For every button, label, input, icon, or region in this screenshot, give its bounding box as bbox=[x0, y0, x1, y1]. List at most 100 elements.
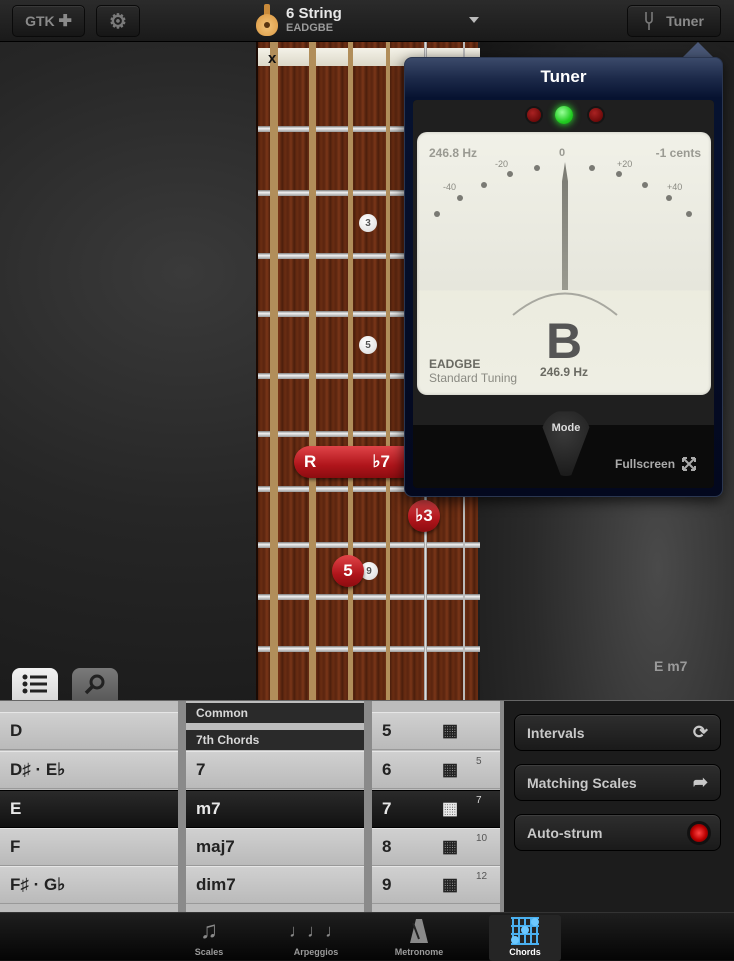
voicing-item[interactable]: 5 ▦ bbox=[372, 712, 500, 750]
chord-type-list[interactable]: Common 7th Chords 7 m7 maj7 dim7 bbox=[186, 701, 364, 913]
auto-strum-label: Auto-strum bbox=[527, 824, 603, 841]
string-4 bbox=[348, 42, 353, 700]
auto-strum-button[interactable]: Auto-strum bbox=[514, 814, 721, 851]
tab-label: Arpeggios bbox=[293, 947, 339, 957]
music-note-icon: ♫ bbox=[200, 917, 218, 944]
voicing-item[interactable]: 6 ▦ 5 bbox=[372, 751, 500, 789]
mode-button[interactable]: Mode bbox=[541, 411, 591, 476]
tuning-fork-icon bbox=[645, 12, 653, 30]
tuning-description: Standard Tuning bbox=[429, 371, 518, 385]
flat-led-icon bbox=[527, 108, 541, 122]
intervals-label: Intervals bbox=[527, 724, 585, 741]
tuner-button[interactable]: Tuner bbox=[627, 5, 721, 37]
chord-diagram-icon: ▦ bbox=[442, 799, 459, 818]
list-item[interactable]: 7 bbox=[186, 751, 364, 789]
list-item[interactable]: F bbox=[0, 828, 178, 866]
voicing-number: 5 bbox=[382, 721, 392, 740]
matching-scales-label: Matching Scales bbox=[527, 774, 637, 791]
voicing-number: 8 bbox=[382, 837, 392, 856]
fret bbox=[258, 646, 480, 652]
settings-button[interactable]: ⚙ bbox=[96, 5, 140, 37]
list-item[interactable]: maj7 bbox=[186, 828, 364, 866]
chord-diagram-icon: ▦ bbox=[442, 760, 459, 779]
gtk-label: GTK bbox=[25, 13, 55, 29]
start-fret: 7 bbox=[476, 795, 482, 806]
fullscreen-label: Fullscreen bbox=[615, 457, 676, 471]
intervals-button[interactable]: Intervals ⟳ bbox=[514, 714, 721, 751]
note-marker-fifth[interactable]: 5 bbox=[332, 555, 364, 587]
matching-scales-button[interactable]: Matching Scales ➦ bbox=[514, 764, 721, 801]
fret-inlay: 5 bbox=[359, 336, 377, 354]
note-marker-flat3[interactable]: ♭3 bbox=[408, 500, 440, 532]
record-led-icon bbox=[690, 823, 708, 842]
voicing-number: 6 bbox=[382, 760, 392, 779]
tab-chords[interactable]: Chords bbox=[489, 915, 561, 961]
arpeggio-notes-icon: ♩♩♩ bbox=[289, 920, 343, 941]
tuner-needle bbox=[562, 162, 568, 290]
plus-icon: ✚ bbox=[58, 13, 72, 30]
sharp-led-icon bbox=[589, 108, 603, 122]
start-fret: 12 bbox=[476, 871, 488, 882]
list-item-selected[interactable]: m7 bbox=[186, 790, 364, 828]
instrument-selector[interactable]: 6 String EADGBE bbox=[256, 4, 342, 36]
tuner-label: Tuner bbox=[666, 13, 704, 29]
list-item[interactable]: D bbox=[0, 712, 178, 750]
bottom-tab-bar: ♫ Scales ♩♩♩ Arpeggios Metronome Chords bbox=[0, 912, 734, 961]
share-arrow-icon: ➦ bbox=[692, 772, 708, 792]
in-tune-led-icon bbox=[555, 106, 573, 124]
list-icon bbox=[22, 674, 47, 694]
fullscreen-button[interactable]: Fullscreen bbox=[615, 456, 697, 472]
string-6 bbox=[270, 42, 278, 700]
tab-browse-list[interactable] bbox=[12, 668, 58, 700]
chord-diagram-icon: ▦ bbox=[442, 721, 459, 740]
actions-panel: Intervals ⟳ Matching Scales ➦ Auto-strum bbox=[504, 701, 734, 913]
tab-label: Scales bbox=[194, 947, 224, 957]
instrument-tuning: EADGBE bbox=[286, 22, 334, 34]
flat7-label: ♭7 bbox=[372, 452, 390, 471]
chevron-down-icon[interactable] bbox=[469, 17, 479, 23]
expand-icon bbox=[682, 457, 697, 471]
metronome-icon bbox=[383, 915, 455, 947]
fret-inlay: 3 bbox=[359, 214, 377, 232]
list-item[interactable]: dim7 bbox=[186, 866, 364, 904]
tab-metronome[interactable]: Metronome bbox=[383, 915, 455, 961]
chord-diagram-icon: ▦ bbox=[442, 875, 459, 894]
tuner-meter: 246.8 Hz -1 cents 0 -20 +20 -40 +40 B 24… bbox=[417, 132, 711, 395]
start-fret: 10 bbox=[476, 833, 488, 844]
chord-picker: D D♯ · E♭ E F F♯ · G♭ Common 7th Chords … bbox=[0, 700, 734, 913]
chord-diagram-icon: ▦ bbox=[442, 837, 459, 856]
root-label: R bbox=[304, 452, 317, 471]
list-item-selected[interactable]: E bbox=[0, 790, 178, 828]
tab-arpeggios[interactable]: ♩♩♩ Arpeggios bbox=[280, 915, 352, 961]
tuner-body: 246.8 Hz -1 cents 0 -20 +20 -40 +40 B 24… bbox=[413, 100, 714, 488]
top-toolbar: GTK ✚ ⚙ 6 String EADGBE Tuner bbox=[0, 0, 734, 42]
gtk-button[interactable]: GTK ✚ bbox=[12, 5, 85, 37]
instrument-title: 6 String bbox=[286, 5, 342, 22]
fret bbox=[258, 542, 480, 548]
voicing-item[interactable]: 8 ▦ 10 bbox=[372, 828, 500, 866]
tab-search[interactable] bbox=[72, 668, 118, 700]
section-header: 7th Chords bbox=[186, 730, 364, 750]
gear-icon: ⚙ bbox=[109, 10, 127, 33]
tab-scales[interactable]: ♫ Scales bbox=[173, 915, 245, 961]
voicing-number: 9 bbox=[382, 875, 392, 894]
voicing-list[interactable]: 5 ▦ 6 ▦ 5 7 ▦ 7 8 ▦ 10 9 ▦ 12 bbox=[372, 701, 500, 913]
tab-label: Metronome bbox=[394, 947, 444, 957]
voicing-number: 7 bbox=[382, 799, 392, 818]
section-header: Common bbox=[186, 703, 364, 723]
tuning-name: EADGBE bbox=[429, 357, 481, 371]
current-chord-name: E m7 bbox=[654, 658, 688, 674]
voicing-item[interactable]: 9 ▦ 12 bbox=[372, 866, 500, 904]
string-3 bbox=[386, 42, 390, 700]
fret bbox=[258, 594, 480, 600]
list-item[interactable]: F♯ · G♭ bbox=[0, 866, 178, 904]
voicing-item-selected[interactable]: 7 ▦ 7 bbox=[372, 790, 500, 828]
list-item[interactable]: D♯ · E♭ bbox=[0, 751, 178, 789]
root-note-list[interactable]: D D♯ · E♭ E F F♯ · G♭ bbox=[0, 701, 178, 913]
string-5 bbox=[309, 42, 316, 700]
mode-label: Mode bbox=[551, 422, 581, 434]
tab-label: Chords bbox=[509, 947, 541, 957]
acoustic-guitar-icon bbox=[256, 4, 278, 36]
start-fret: 5 bbox=[476, 756, 482, 767]
refresh-icon: ⟳ bbox=[692, 722, 708, 742]
